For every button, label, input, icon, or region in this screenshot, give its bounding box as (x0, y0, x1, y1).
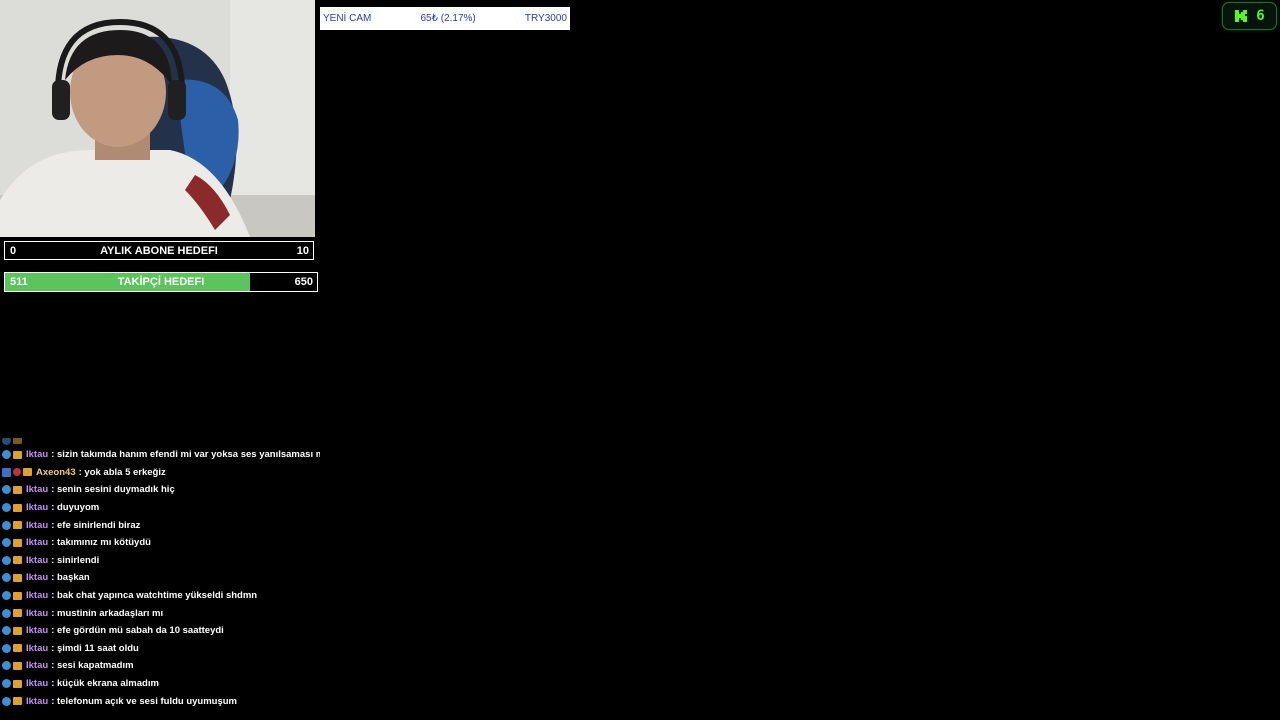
chat-message: Iktau: küçük ekrana almadım (0, 675, 320, 693)
viewer-count: 6 (1256, 8, 1265, 24)
chat-username[interactable]: Iktau (26, 608, 48, 619)
moderator-badge-icon (2, 555, 11, 565)
subscriber-badge-icon (13, 697, 22, 706)
broadcaster-badge-icon (13, 468, 21, 477)
chat-message: Iktau: duyuyom (0, 499, 320, 517)
subscriber-goal-title: AYLIK ABONE HEDEFI (100, 244, 218, 257)
follower-goal-bar: 511 TAKİPÇİ HEDEFI 650 (4, 272, 318, 292)
chat-message: Iktau: sinirlendi (0, 552, 320, 570)
chat-message-text: : duyuyom (51, 502, 100, 514)
verified-badge-icon (2, 467, 11, 477)
chat-message-text: : senin sesini duymadık hiç (51, 484, 175, 496)
chat-message: Iktau: efe gördün mü sabah da 10 saattey… (0, 622, 320, 640)
chat-username[interactable]: Iktau (26, 678, 48, 689)
webcam-feed (0, 0, 315, 237)
chat-message: Iktau: bak chat yapınca watchtime yüksel… (0, 587, 320, 605)
chat-username[interactable]: Iktau (26, 555, 48, 566)
chat-message-text: : başkan (51, 572, 90, 584)
moderator-badge-icon (2, 591, 11, 601)
chat-message-text: : telefonum açık ve sesi fuldu uyumuşum (51, 695, 238, 707)
subscriber-badge-icon (13, 556, 22, 565)
moderator-badge-icon (2, 438, 11, 445)
subscriber-badge-icon (13, 503, 22, 512)
subscriber-badge-icon (13, 450, 22, 459)
subscriber-goal-max: 10 (296, 244, 309, 257)
chat-username[interactable]: Iktau (26, 502, 48, 513)
chat-message-text: : efe gördün mü sabah da 10 saatteydi (51, 625, 224, 637)
chat-message-text: : bak chat yapınca watchtime yükseldi sh… (51, 590, 258, 602)
chat-username[interactable]: Iktau (26, 590, 48, 601)
chat-message-text: : sinirlendi (51, 554, 100, 566)
chat-message-text: : efe sinirlendi biraz (51, 519, 141, 531)
chat-username[interactable]: Iktau (26, 484, 48, 495)
chat-message: Iktau: mustinin arkadaşları mı (0, 604, 320, 622)
chat-message-text: : sesi kapatmadım (51, 660, 134, 672)
chat-message: Iktau: senin sesini duymadık hiç (0, 481, 320, 499)
subscriber-badge-icon (23, 468, 32, 477)
chat-username[interactable]: Iktau (26, 643, 48, 654)
moderator-badge-icon (2, 608, 11, 618)
chat-message-text: : yok abla 5 erkeğiz (78, 466, 166, 478)
chat-message: Iktau: şimdi 11 saat oldu (0, 640, 320, 658)
moderator-badge-icon (2, 573, 11, 583)
subscriber-badge-icon (13, 521, 22, 530)
subscriber-badge-icon (13, 626, 22, 635)
chat-username[interactable]: Iktau (26, 537, 48, 548)
moderator-badge-icon (2, 538, 11, 548)
chat-row-partial (0, 438, 320, 446)
subscriber-badge-icon (13, 609, 22, 618)
chat-message: Axeon43: yok abla 5 erkeğiz (0, 464, 320, 482)
chat-message-text: : sizin takımda hanım efendi mi var yoks… (51, 449, 320, 461)
follower-goal-title: TAKİPÇİ HEDEFI (117, 276, 205, 288)
chat-username[interactable]: Iktau (26, 520, 48, 531)
chat-overlay: Iktau: sizin takımda hanım efendi mi var… (0, 438, 320, 720)
moderator-badge-icon (2, 661, 11, 671)
subscriber-badge-icon (13, 591, 22, 600)
donation-amount: 65₺ (2.17%) (420, 13, 476, 24)
donation-goal: TRY3000 (524, 13, 567, 24)
subscriber-badge-icon (13, 644, 22, 653)
chat-username[interactable]: Axeon43 (36, 467, 76, 478)
subscriber-badge-icon (13, 485, 22, 494)
moderator-badge-icon (2, 679, 11, 689)
moderator-badge-icon (2, 626, 11, 636)
subscriber-badge-icon (13, 573, 22, 582)
chat-message-text: : küçük ekrana almadım (51, 678, 159, 690)
chat-username[interactable]: Iktau (26, 449, 48, 460)
chat-username[interactable]: Iktau (26, 572, 48, 583)
chat-message: Iktau: takımınız mı kötüydü (0, 534, 320, 552)
chat-username[interactable]: Iktau (26, 660, 48, 671)
follower-goal-max: 650 (294, 276, 313, 288)
chat-message: Iktau: sizin takımda hanım efendi mi var… (0, 446, 320, 464)
moderator-badge-icon (2, 643, 11, 653)
moderator-badge-icon (2, 485, 11, 495)
chat-message-text: : takımınız mı kötüydü (51, 537, 151, 549)
subscriber-badge-icon (13, 538, 22, 547)
kick-viewer-badge: 6 (1222, 2, 1277, 30)
chat-username[interactable]: Iktau (26, 696, 48, 707)
chat-message: Iktau: telefonum açık ve sesi fuldu uyum… (0, 692, 320, 710)
donation-goal-ticker: YENİ CAM 65₺ (2.17%) TRY3000 (320, 7, 570, 30)
moderator-badge-icon (2, 696, 11, 706)
moderator-badge-icon (2, 520, 11, 530)
subscriber-badge-icon (13, 679, 22, 688)
kick-logo-icon (1235, 10, 1248, 22)
chat-message-text: : şimdi 11 saat oldu (51, 642, 139, 654)
moderator-badge-icon (2, 450, 11, 460)
chat-username[interactable]: Iktau (26, 625, 48, 636)
chat-message: Iktau: efe sinirlendi biraz (0, 516, 320, 534)
donation-label: YENİ CAM (323, 13, 372, 24)
chat-message: Iktau: başkan (0, 569, 320, 587)
subscriber-badge-icon (13, 438, 22, 444)
subscriber-goal-bar: 0 AYLIK ABONE HEDEFI 10 (4, 241, 314, 260)
chat-message: Iktau: sesi kapatmadım (0, 657, 320, 675)
chat-message-list: Iktau: sizin takımda hanım efendi mi var… (0, 446, 320, 710)
moderator-badge-icon (2, 503, 11, 513)
subscriber-badge-icon (13, 661, 22, 670)
chat-message-text: : mustinin arkadaşları mı (51, 607, 164, 619)
